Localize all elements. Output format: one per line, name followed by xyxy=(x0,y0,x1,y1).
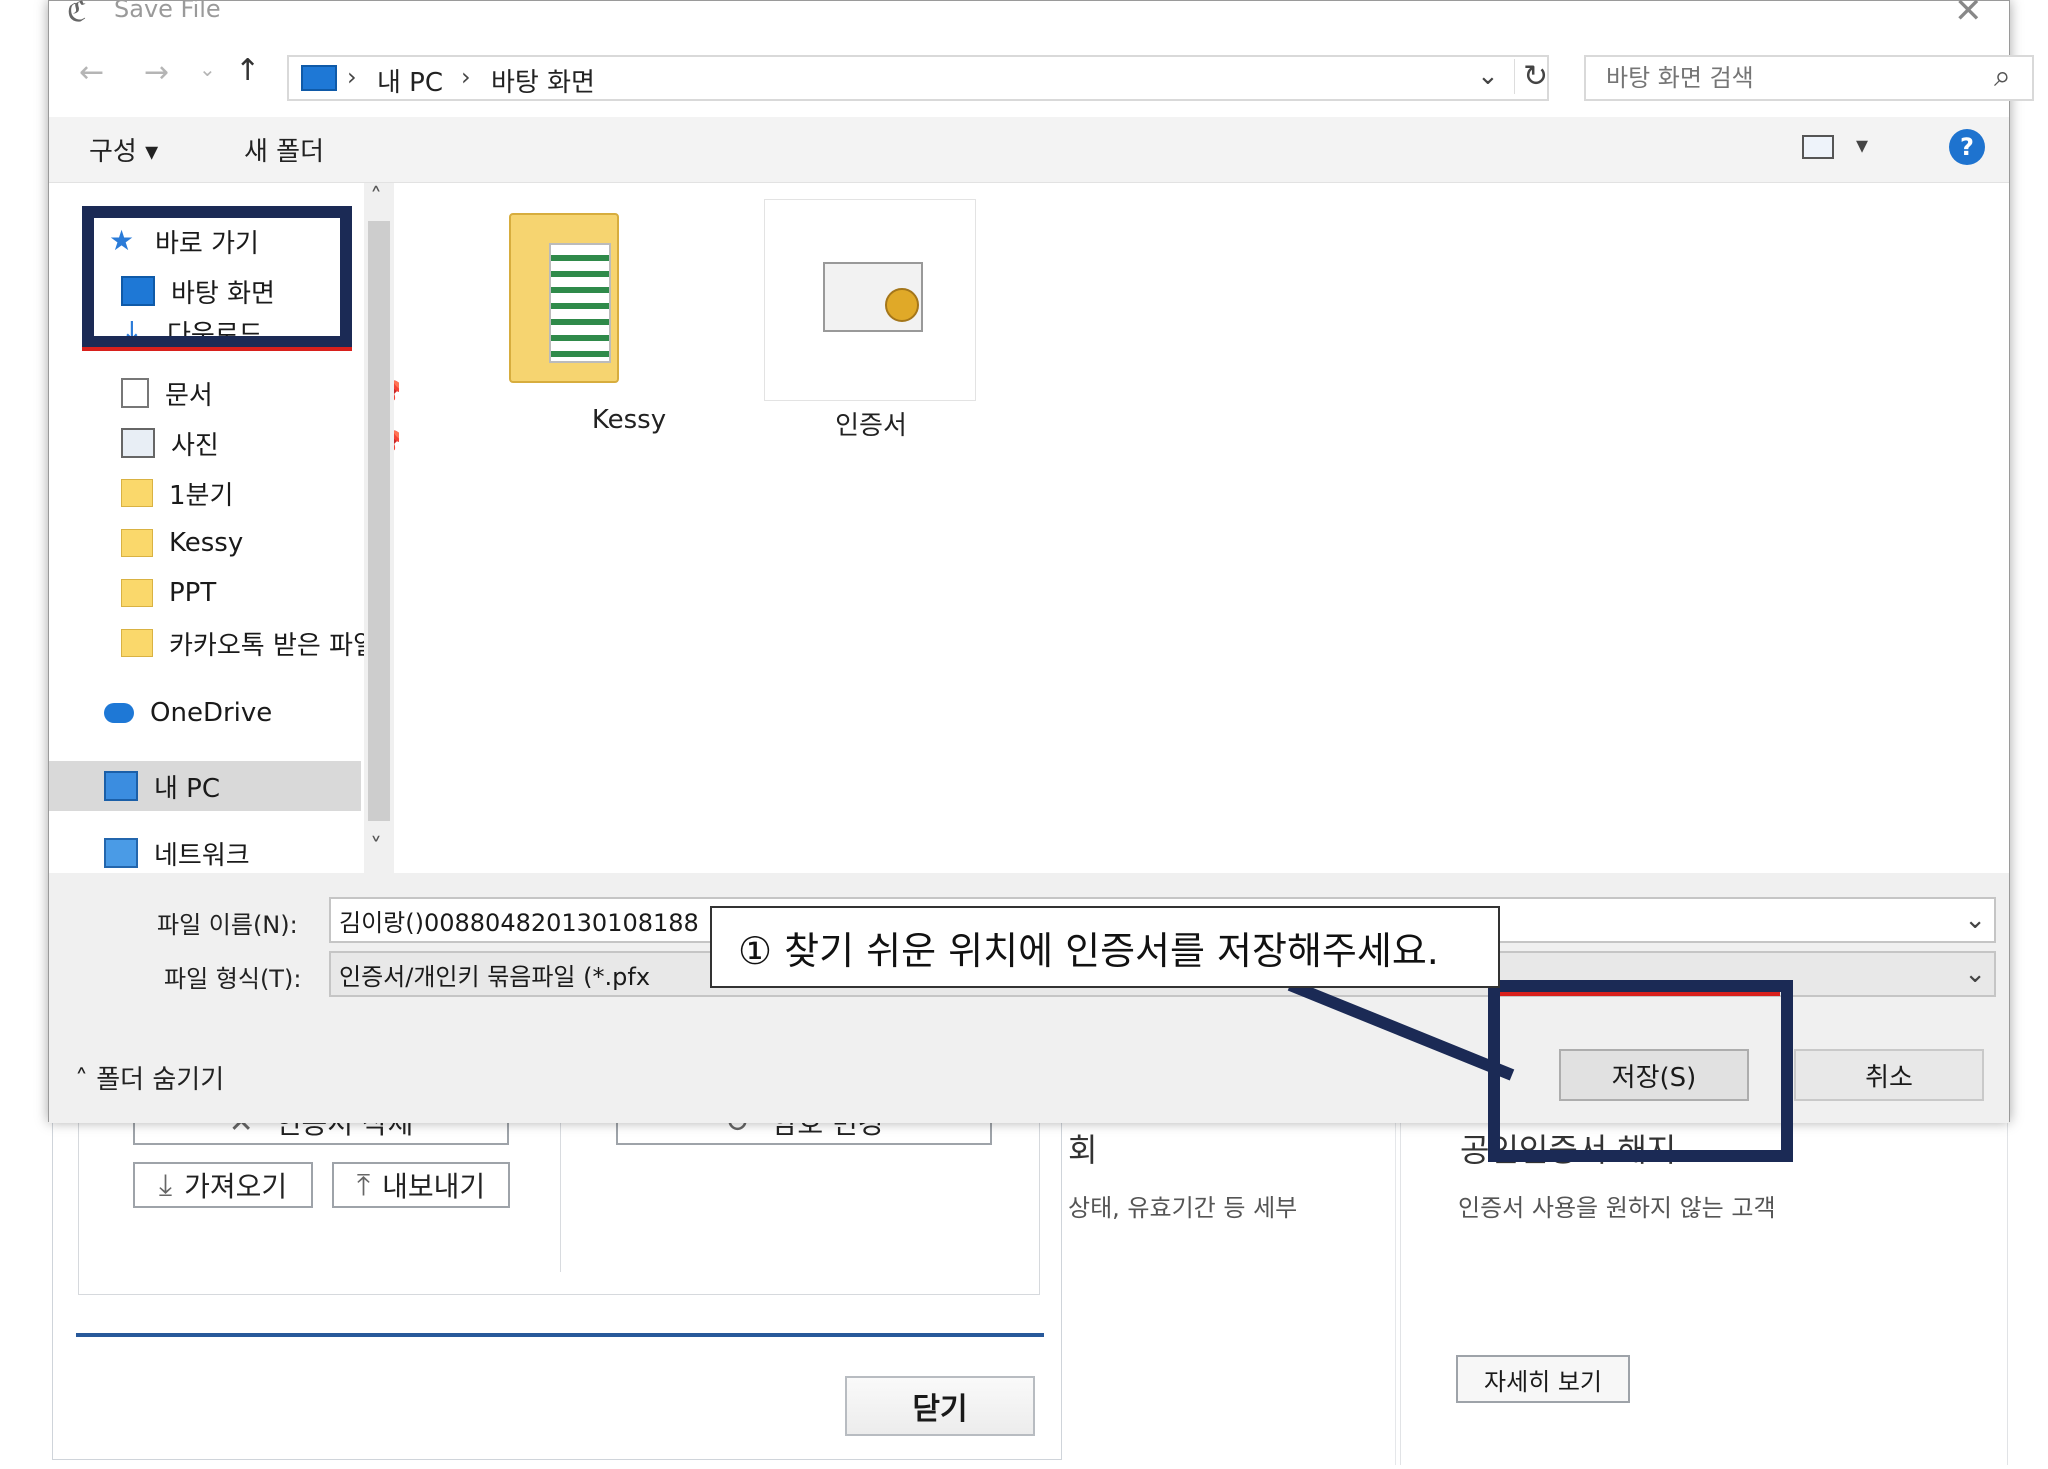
bg-column-divider xyxy=(1395,1080,1396,1465)
breadcrumb-my-pc[interactable]: 내 PC xyxy=(377,62,443,99)
pc-icon xyxy=(301,65,337,91)
spreadsheet-icon xyxy=(549,243,611,363)
scroll-thumb[interactable] xyxy=(368,221,390,821)
hide-folders-toggle[interactable]: ˄ 폴더 숨기기 xyxy=(75,1059,224,1096)
breadcrumb-separator: › xyxy=(461,63,471,91)
chevron-down-icon[interactable]: ⌄ xyxy=(1964,959,1986,989)
panel-accent-line xyxy=(76,1333,1044,1337)
new-folder-button[interactable]: 새 폴더 xyxy=(244,131,324,168)
recent-dropdown-icon[interactable]: ⌄ xyxy=(199,57,216,81)
chevron-down-icon[interactable]: ⌄ xyxy=(1477,61,1499,91)
toolbar: 구성 ▾ 새 폴더 ▾ ? xyxy=(49,117,2009,183)
scroll-up-icon[interactable]: ˄ xyxy=(370,183,382,211)
page-left-edge xyxy=(0,0,50,1469)
highlight-save-button xyxy=(1488,980,1793,1162)
actions-divider xyxy=(560,1112,561,1272)
highlight-red-underline xyxy=(82,347,352,351)
upload-icon: ⤒ xyxy=(356,1167,371,1203)
view-options-icon[interactable] xyxy=(1802,135,1834,159)
address-bar[interactable]: › 내 PC › 바탕 화면 ⌄ ↻ xyxy=(287,55,1549,101)
highlight-red-underline xyxy=(1500,992,1780,996)
filename-label: 파일 이름(N): xyxy=(157,911,298,939)
help-icon[interactable]: ? xyxy=(1949,129,1985,165)
details-button[interactable]: 자세히 보기 xyxy=(1456,1355,1630,1403)
chevron-up-icon: ˄ xyxy=(75,1065,88,1095)
nav-network[interactable]: 네트워크 xyxy=(104,831,404,875)
close-button[interactable]: 닫기 xyxy=(845,1376,1035,1436)
dialog-title: Save File xyxy=(114,0,221,23)
download-icon: ⤓ xyxy=(158,1167,173,1203)
filetype-label: 파일 형식(T): xyxy=(164,965,302,993)
folder-icon xyxy=(121,479,153,507)
breadcrumb-desktop[interactable]: 바탕 화면 xyxy=(491,62,595,99)
folder-icon xyxy=(121,579,153,607)
app-icon: ℭ xyxy=(67,0,87,28)
nav-onedrive[interactable]: OneDrive xyxy=(104,691,404,735)
search-box[interactable]: ⌕ xyxy=(1584,55,2034,101)
back-icon[interactable]: ← xyxy=(79,55,104,90)
search-input[interactable] xyxy=(1604,63,1964,93)
instruction-callout: ① 찾기 쉬운 위치에 인증서를 저장해주세요. xyxy=(710,906,1500,988)
scroll-down-icon[interactable]: ˅ xyxy=(370,833,382,861)
picture-icon xyxy=(121,428,155,458)
network-icon xyxy=(104,838,138,868)
bg-heading-inquiry: 회 xyxy=(1068,1131,1098,1169)
bg-desc-inquiry: 상태, 유효기간 등 세부 xyxy=(1068,1194,1298,1222)
breadcrumb-separator: › xyxy=(347,63,357,91)
search-icon[interactable]: ⌕ xyxy=(1994,59,2011,94)
cancel-button[interactable]: 취소 xyxy=(1794,1049,1984,1101)
folder-icon xyxy=(121,529,153,557)
folder-icon xyxy=(121,629,153,657)
chevron-down-icon[interactable]: ⌄ xyxy=(1964,905,1986,935)
view-dropdown-icon[interactable]: ▾ xyxy=(1856,131,1868,159)
cloud-icon xyxy=(104,703,134,723)
file-label-certificate: 인증서 xyxy=(835,411,907,441)
key-icon xyxy=(885,288,919,322)
file-item-certificate[interactable] xyxy=(764,199,976,401)
import-button[interactable]: ⤓ 가져오기 xyxy=(133,1162,313,1208)
highlight-quick-access xyxy=(82,206,352,348)
refresh-icon[interactable]: ↻ xyxy=(1514,59,1548,94)
dialog-close-icon[interactable]: ✕ xyxy=(1954,0,1983,31)
file-list: Kessy 인증서 xyxy=(399,183,1999,873)
bg-desc-revoke: 인증서 사용을 원하지 않는 고객 xyxy=(1458,1194,1776,1222)
organize-button[interactable]: 구성 ▾ xyxy=(89,131,158,168)
export-button[interactable]: ⤒ 내보내기 xyxy=(332,1162,510,1208)
forward-icon[interactable]: → xyxy=(144,55,169,90)
up-icon[interactable]: ↑ xyxy=(235,53,260,88)
file-item-kessy[interactable] xyxy=(509,213,639,383)
pc-icon xyxy=(104,771,138,801)
nav-this-pc[interactable]: 내 PC xyxy=(104,764,404,808)
nav-scrollbar[interactable]: ˄ ˅ xyxy=(364,183,394,873)
document-icon xyxy=(121,378,149,408)
file-label-kessy: Kessy xyxy=(591,405,667,435)
